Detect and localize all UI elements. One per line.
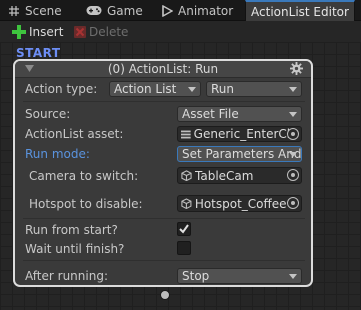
delete-button[interactable]: Delete <box>74 21 128 42</box>
object-picker-icon[interactable] <box>287 169 299 181</box>
tab-scene[interactable]: Scene <box>8 0 74 21</box>
tab-label: ActionList Editor <box>251 4 349 19</box>
run-mode-label: Run mode: <box>25 147 90 161</box>
toolbar: Insert Delete <box>0 21 361 42</box>
grid-icon <box>9 5 19 16</box>
object-picker-icon[interactable] <box>287 128 299 140</box>
actionlist-asset-value: Generic_EnterClo <box>193 127 298 141</box>
tab-animator[interactable]: Animator <box>162 0 242 21</box>
source-dropdown[interactable]: Asset File <box>177 106 302 122</box>
actionlist-asset-icon <box>181 130 191 138</box>
node-title: (0) ActionList: Run <box>107 62 219 76</box>
divider <box>23 260 305 261</box>
node-header[interactable]: (0) ActionList: Run <box>15 61 311 78</box>
after-running-value: Stop <box>182 269 210 283</box>
actionlist-asset-field[interactable]: Generic_EnterClo <box>177 126 302 142</box>
delete-x-icon <box>74 25 86 38</box>
insert-button[interactable]: Insert <box>12 21 63 42</box>
divider <box>23 101 305 102</box>
node-output-connector[interactable] <box>160 290 170 300</box>
action-type-value: Run <box>211 82 235 96</box>
hotspot-to-disable-field[interactable]: Hotspot_Coffee <box>177 195 302 212</box>
camera-to-switch-label: Camera to switch: <box>29 169 139 183</box>
tab-label: Scene <box>25 3 62 18</box>
hotspot-to-disable-value: Hotspot_Coffee <box>194 196 287 211</box>
camera-to-switch-field[interactable]: TableCam <box>177 167 302 184</box>
source-label: Source: <box>25 107 71 121</box>
chevron-down-icon <box>188 87 196 92</box>
source-value: Asset File <box>182 107 239 121</box>
tab-game[interactable]: Game <box>86 0 150 21</box>
action-type-category-value: Action List <box>114 82 177 96</box>
action-type-label: Action type: <box>25 82 98 96</box>
start-label: START <box>16 46 61 60</box>
gamepad-icon <box>86 6 102 15</box>
delete-label: Delete <box>89 24 129 39</box>
hotspot-to-disable-label: Hotspot to disable: <box>29 197 143 211</box>
wait-until-finish-checkbox[interactable] <box>177 241 191 255</box>
actionlist-asset-label: ActionList asset: <box>25 127 124 141</box>
chevron-down-icon <box>289 87 297 92</box>
gear-icon[interactable] <box>290 62 303 75</box>
tab-actionlist-editor[interactable]: ActionList Editor <box>245 0 355 21</box>
run-from-start-checkbox[interactable] <box>177 222 191 236</box>
after-running-label: After running: <box>25 269 108 283</box>
divider <box>23 218 305 219</box>
run-mode-dropdown[interactable]: Set Parameters And <box>177 146 302 162</box>
run-mode-value: Set Parameters And <box>182 147 302 161</box>
chevron-down-icon <box>289 274 297 279</box>
gameobject-cube-icon <box>181 198 192 209</box>
animator-icon <box>162 4 173 17</box>
insert-label: Insert <box>29 24 64 39</box>
gameobject-cube-icon <box>181 170 192 181</box>
action-type-category-dropdown[interactable]: Action List <box>109 81 201 97</box>
tab-label: Game <box>107 3 143 18</box>
run-from-start-label: Run from start? <box>25 223 118 237</box>
plus-icon <box>12 24 26 39</box>
object-picker-icon[interactable] <box>287 197 299 209</box>
after-running-dropdown[interactable]: Stop <box>177 268 302 284</box>
tab-bar: Scene Game Animator ActionList Editor <box>0 0 361 21</box>
wait-until-finish-label: Wait until finish? <box>25 242 125 256</box>
action-type-dropdown[interactable]: Run <box>206 81 302 97</box>
tab-label: Animator <box>178 3 234 18</box>
chevron-down-icon <box>289 152 297 157</box>
camera-to-switch-value: TableCam <box>195 168 254 183</box>
chevron-down-icon <box>289 112 297 117</box>
checkmark-icon <box>179 224 189 234</box>
actionlist-editor-window: Scene Game Animator ActionList Editor In… <box>0 0 361 310</box>
action-node[interactable]: (0) ActionList: Run Action type: Action … <box>13 59 313 287</box>
